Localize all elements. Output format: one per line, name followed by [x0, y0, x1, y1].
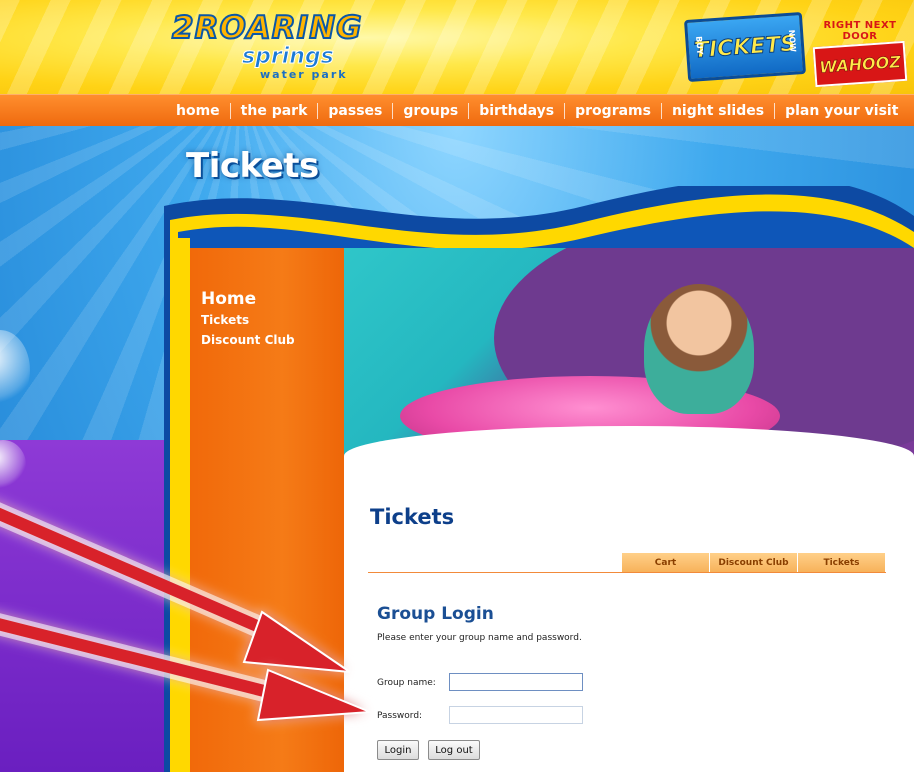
- nav-link-birthdays[interactable]: birthdays: [469, 103, 564, 119]
- nav-item-birthdays[interactable]: birthdays: [469, 103, 564, 119]
- tab-discount-club[interactable]: Discount Club: [710, 553, 798, 572]
- logo-tagline: water park: [260, 68, 348, 81]
- background-purple-panel: [0, 440, 190, 772]
- roaring-springs-logo[interactable]: 2ROARING springs water park: [171, 9, 363, 82]
- logo-main-text: 2ROARING: [171, 9, 363, 47]
- wahooz-partner-link[interactable]: RIGHT NEXT DOOR WAHOOZ: [812, 20, 908, 88]
- nav-item-night-slides[interactable]: night slides: [662, 103, 774, 119]
- hero-child-figure: [644, 284, 754, 414]
- nav-link-passes[interactable]: passes: [318, 103, 392, 119]
- sidebar: Home Tickets Discount Club: [190, 248, 344, 772]
- nav-link-plan-your-visit[interactable]: plan your visit: [775, 103, 908, 119]
- page-title: Tickets: [186, 146, 319, 186]
- nav-link-groups[interactable]: groups: [393, 103, 468, 119]
- nav-item-passes[interactable]: passes: [318, 103, 392, 119]
- login-button[interactable]: Login: [377, 740, 419, 760]
- sidebar-yellow-border: [176, 238, 190, 772]
- tickets-label: TICKETS: [693, 30, 798, 64]
- nav-link-the-park[interactable]: the park: [231, 103, 318, 119]
- wahooz-logo: WAHOOZ: [812, 40, 908, 88]
- group-name-input[interactable]: [449, 673, 583, 691]
- tab-tickets[interactable]: Tickets: [798, 553, 886, 572]
- nav-item-the-park[interactable]: the park: [231, 103, 318, 119]
- password-input[interactable]: [449, 706, 583, 724]
- nav-item-plan-your-visit[interactable]: plan your visit: [775, 103, 908, 119]
- tab-cart[interactable]: Cart: [622, 553, 710, 572]
- nav-link-home[interactable]: home: [166, 103, 230, 119]
- site-header: 2ROARING springs water park BUY TICKETS …: [0, 0, 914, 94]
- sidebar-item-tickets[interactable]: Tickets: [201, 310, 295, 330]
- hero-image-girl-on-tube: [344, 248, 914, 456]
- sidebar-item-discount-club[interactable]: Discount Club: [201, 330, 295, 350]
- wahooz-logo-text: WAHOOZ: [818, 51, 902, 77]
- logo-sub-text: springs: [242, 44, 335, 70]
- buy-label: BUY: [694, 35, 705, 55]
- nav-item-home[interactable]: home: [166, 103, 230, 119]
- sidebar-item-home[interactable]: Home: [201, 288, 295, 310]
- main-nav: home the park passes groups birthdays pr…: [0, 94, 914, 126]
- buy-tickets-now-button[interactable]: BUY TICKETS NOW: [683, 11, 807, 83]
- logout-button[interactable]: Log out: [428, 740, 480, 760]
- group-name-label: Group name:: [377, 678, 436, 688]
- nav-item-programs[interactable]: programs: [565, 103, 661, 119]
- group-login-description: Please enter your group name and passwor…: [377, 633, 582, 643]
- wahooz-tagline: RIGHT NEXT DOOR: [823, 20, 897, 42]
- nav-link-programs[interactable]: programs: [565, 103, 661, 119]
- section-title: Tickets: [370, 505, 455, 529]
- nav-item-groups[interactable]: groups: [393, 103, 468, 119]
- group-login-title: Group Login: [377, 604, 494, 624]
- now-label: NOW: [786, 29, 798, 53]
- tabs-divider: [368, 572, 886, 573]
- nav-link-night-slides[interactable]: night slides: [662, 103, 774, 119]
- sidebar-menu: Home Tickets Discount Club: [201, 288, 295, 350]
- nav-list: home the park passes groups birthdays pr…: [166, 95, 908, 127]
- password-label: Password:: [377, 711, 423, 721]
